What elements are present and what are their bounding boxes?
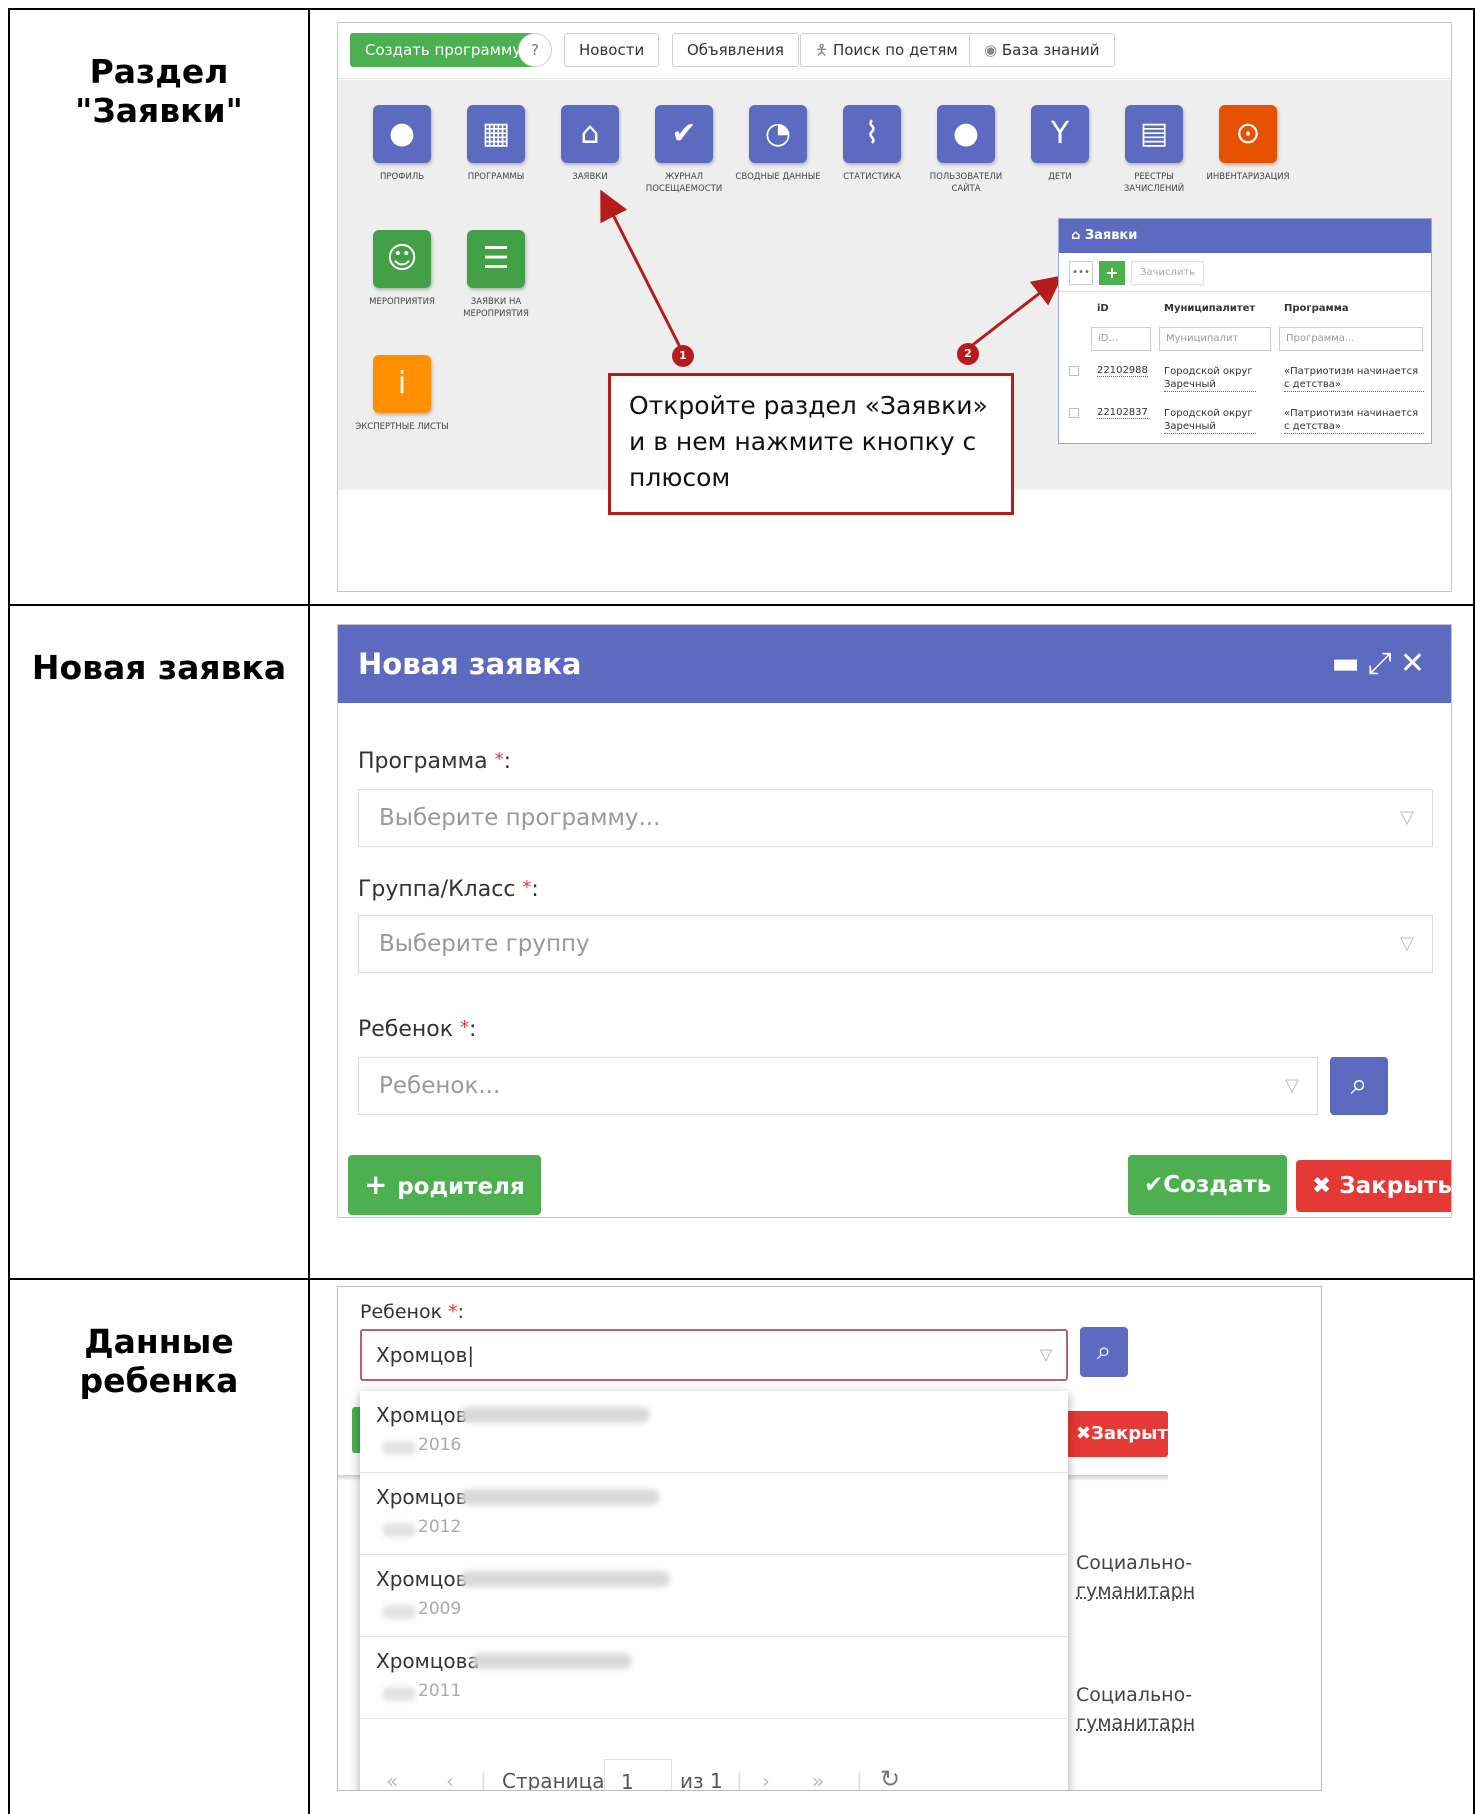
screenshot-requests-section: Создать программу ? Новости Объявления 🯅… [337,22,1452,592]
bg-direction-2: Социально-гуманитарн [1076,1684,1196,1734]
guide-table: Раздел "Заявки" Создать программу ? Ново… [8,8,1475,1814]
arrow-2 [965,275,1063,352]
redacted-date [382,1441,416,1455]
separator: | [856,1769,863,1791]
divider [1059,291,1431,292]
redacted-date [382,1687,416,1701]
group-label: Группа/Класс *: [358,877,539,902]
row-2-program[interactable]: «Патриотизм начинается с детства» [1284,407,1424,434]
chevron-down-icon: ▽ [1400,807,1414,828]
redacted-name [460,1571,670,1587]
col-program: Программа [1284,303,1349,314]
filter-id[interactable]: iD... [1091,327,1151,351]
chevron-down-icon: ▽ [1285,1075,1299,1096]
dialog-title: Новая заявка [338,625,1451,703]
group-select[interactable]: Выберите группу ▽ [358,915,1433,973]
row-content-requests: Создать программу ? Новости Объявления 🯅… [308,8,1475,606]
redacted-name [460,1489,660,1505]
filter-program[interactable]: Программа... [1279,327,1423,351]
chevron-down-icon: ▽ [1039,1345,1052,1364]
row-2-municipality[interactable]: Городской округ Заречный [1164,407,1256,434]
plus-icon: + [364,1168,398,1201]
page-count: из 1 [680,1769,723,1791]
bg-close-button: ✖Закрыть [1066,1411,1179,1457]
result-item[interactable]: Хромцова 2011 [360,1637,1068,1719]
page-label: Страница [502,1769,605,1791]
search-icon: ⌕ [1096,1336,1112,1366]
close-icon[interactable]: ✕ [1400,646,1433,681]
last-page-icon[interactable]: » [812,1769,824,1790]
row-label-requests: Раздел "Заявки" [8,8,310,606]
redacted-name [472,1653,632,1669]
row-label-child-data: Данные ребенка [8,1278,310,1814]
child-search-input[interactable]: Хромцов| ▽ [360,1329,1068,1381]
enroll-button[interactable]: Зачислить [1131,261,1205,285]
row-label-new-request: Новая заявка [8,604,310,1280]
bg-direction-1: Социально-гуманитарн [1076,1552,1196,1602]
prev-page-icon[interactable]: ‹ [446,1769,454,1790]
refresh-icon[interactable]: ↻ [880,1765,900,1790]
more-button[interactable]: ••• [1069,261,1093,285]
basket-icon: ⌂ [1071,228,1085,243]
first-page-icon[interactable]: « [386,1769,398,1790]
child-label: Ребенок *: [360,1301,465,1323]
row-1-program[interactable]: «Патриотизм начинается с детства» [1284,365,1424,392]
window-controls: ▬⤢✕ [1332,625,1434,703]
program-select[interactable]: Выберите программу... ▽ [358,789,1433,847]
separator: | [736,1769,743,1791]
new-request-dialog: Новая заявка ▬⤢✕ Программа *: Выберите п… [337,624,1452,1218]
requests-panel: ⌂ Заявки ••• + Зачислить iD Муниципалите… [1058,218,1432,444]
requests-panel-header: ⌂ Заявки [1059,219,1431,253]
pagination: « ‹ | Страница 1 из 1 | › » | ↻ [360,1743,1068,1791]
redacted-date [382,1523,416,1537]
check-icon: ✔ [1144,1172,1164,1198]
search-child-button[interactable]: ⌕ [1330,1057,1388,1115]
redacted-name [460,1407,650,1423]
child-results-dropdown: Хромцов 2016 Хромцов 2012 Хромцов 2009 Хром… [360,1391,1068,1791]
next-page-icon[interactable]: › [762,1769,770,1790]
redacted-date [382,1605,416,1619]
search-icon: ⌕ [1350,1067,1368,1102]
result-item[interactable]: Хромцов 2012 [360,1473,1068,1555]
step-badge-1: 1 [672,345,694,367]
close-button[interactable]: ✖ Закрыть [1296,1160,1451,1212]
row-content-child-data: Ребенок *: Хромцов| ▽ ⌕ ✖Закрыть Социальн… [308,1278,1475,1814]
add-request-button[interactable]: + [1099,261,1125,285]
page-input[interactable]: 1 [604,1759,672,1790]
close-icon: ✖ [1076,1423,1092,1444]
add-parent-button[interactable]: + родителя [348,1155,541,1215]
child-search-screenshot: Ребенок *: Хромцов| ▽ ⌕ ✖Закрыть Социальн… [337,1286,1322,1791]
chevron-down-icon: ▽ [1400,933,1414,954]
row-1-id[interactable]: 22102988 [1097,365,1148,377]
separator: | [480,1769,487,1791]
col-id: iD [1097,303,1109,314]
step-badge-2: 2 [957,343,979,365]
program-label: Программа *: [358,749,512,774]
minimize-icon[interactable]: ▬ [1332,646,1368,681]
search-button[interactable]: ⌕ [1080,1327,1128,1377]
filter-municipality[interactable]: Муниципалит [1159,327,1271,351]
create-button[interactable]: ✔Создать [1128,1155,1288,1215]
result-item[interactable]: Хромцов 2009 [360,1555,1068,1637]
row-content-new-request: Новая заявка ▬⤢✕ Программа *: Выберите п… [308,604,1475,1280]
row-2-id[interactable]: 22102837 [1097,407,1148,419]
child-select[interactable]: Ребенок... ▽ [358,1057,1318,1115]
arrow-1 [600,189,684,352]
row-1-municipality[interactable]: Городской округ Заречный [1164,365,1256,392]
child-label: Ребенок *: [358,1017,477,1042]
maximize-icon[interactable]: ⤢ [1368,646,1400,681]
row-checkbox[interactable] [1069,366,1079,376]
result-item[interactable]: Хромцов 2016 [360,1391,1068,1473]
instruction-callout: Откройте раздел «Заявки» и в нем нажмите… [608,373,1014,515]
col-municipality: Муниципалитет [1164,303,1256,314]
row-checkbox[interactable] [1069,408,1079,418]
close-icon: ✖ [1312,1173,1340,1199]
